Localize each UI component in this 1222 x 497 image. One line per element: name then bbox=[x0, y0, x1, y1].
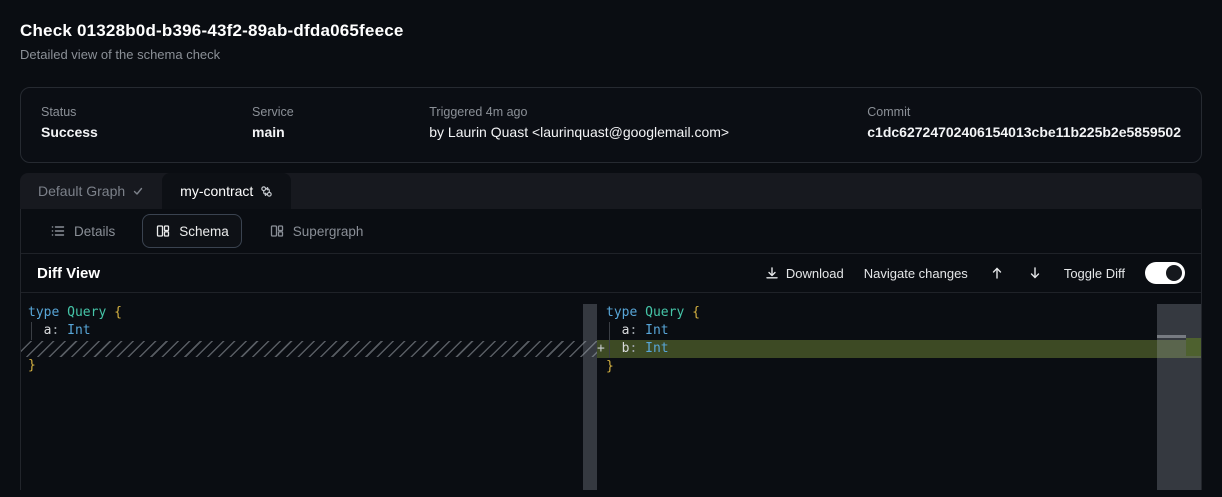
scrollbar-slider-edge bbox=[1157, 335, 1186, 338]
service-value: main bbox=[252, 124, 429, 140]
previous-change-button[interactable] bbox=[988, 266, 1006, 280]
git-compare-icon bbox=[260, 185, 273, 198]
view-tab-label: Details bbox=[74, 224, 115, 239]
view-tab-row: Details Schema bbox=[21, 209, 1201, 253]
page-subtitle: Detailed view of the schema check bbox=[20, 47, 1202, 62]
graph-tab-label: my-contract bbox=[180, 183, 253, 199]
toggle-diff-switch[interactable] bbox=[1145, 262, 1185, 284]
next-change-button[interactable] bbox=[1026, 266, 1044, 280]
left-pane-scrollbar[interactable] bbox=[583, 304, 597, 490]
navigate-changes-label: Navigate changes bbox=[864, 266, 968, 281]
service-label: Service bbox=[252, 105, 429, 119]
right-pane-scrollbar[interactable] bbox=[1157, 304, 1201, 490]
download-button[interactable]: Download bbox=[765, 266, 844, 281]
toggle-diff-label: Toggle Diff bbox=[1064, 266, 1125, 281]
commit-column: Commit c1dc62724702406154013cbe11b225b2e… bbox=[867, 105, 1181, 140]
graph-tab-bar: Default Graph my-contract bbox=[20, 173, 1202, 209]
tab-default-graph[interactable]: Default Graph bbox=[20, 173, 162, 209]
code-line: } bbox=[21, 357, 597, 375]
code-line: a: Int bbox=[21, 322, 597, 340]
graph-tab-label: Default Graph bbox=[38, 183, 125, 199]
code-lines-before: type Query { a: Int} bbox=[21, 304, 597, 375]
schema-check-page: Check 01328b0d-b396-43f2-89ab-dfda065fee… bbox=[0, 0, 1222, 497]
triggered-label: Triggered 4m ago bbox=[429, 105, 867, 119]
columns-layout-icon bbox=[269, 223, 285, 239]
arrow-up-icon bbox=[990, 266, 1004, 280]
added-line-plus-marker: + bbox=[597, 340, 605, 358]
status-value: Success bbox=[41, 124, 252, 140]
tab-schema[interactable]: Schema bbox=[142, 214, 242, 248]
columns-layout-icon bbox=[155, 223, 171, 239]
download-label: Download bbox=[786, 266, 844, 281]
view-tab-label: Supergraph bbox=[293, 224, 364, 239]
diff-view-title: Diff View bbox=[37, 265, 100, 282]
diff-view-header: Diff View Download Navigate changes bbox=[21, 253, 1201, 293]
tab-supergraph[interactable]: Supergraph bbox=[256, 214, 377, 248]
arrow-down-icon bbox=[1028, 266, 1042, 280]
page-title: Check 01328b0d-b396-43f2-89ab-dfda065fee… bbox=[20, 21, 1202, 41]
diff-pane-after[interactable]: type Query { a: Int b: Int+} bbox=[597, 294, 1201, 490]
diff-pane-before[interactable]: type Query { a: Int} bbox=[21, 294, 597, 490]
added-line-overview-marker bbox=[1186, 338, 1201, 356]
status-label: Status bbox=[41, 105, 252, 119]
check-icon bbox=[132, 185, 144, 197]
code-line: } bbox=[597, 358, 1201, 376]
view-tab-label: Schema bbox=[179, 224, 229, 239]
schema-diff-editor: type Query { a: Int} type Query { a: Int… bbox=[21, 294, 1201, 490]
triggered-value: by Laurin Quast <laurinquast@googlemail.… bbox=[429, 124, 867, 140]
page-header: Check 01328b0d-b396-43f2-89ab-dfda065fee… bbox=[0, 0, 1222, 62]
service-column: Service main bbox=[252, 105, 429, 140]
download-icon bbox=[765, 266, 779, 280]
code-line: type Query { bbox=[597, 304, 1201, 322]
switch-knob bbox=[1166, 265, 1182, 281]
code-lines-after: type Query { a: Int b: Int+} bbox=[597, 304, 1201, 376]
check-detail-panel: Details Schema bbox=[20, 209, 1202, 490]
status-column: Status Success bbox=[41, 105, 252, 140]
list-icon bbox=[50, 223, 66, 239]
commit-value: c1dc62724702406154013cbe11b225b2e5859502 bbox=[867, 124, 1181, 140]
code-line: a: Int bbox=[597, 322, 1201, 340]
tab-details[interactable]: Details bbox=[37, 214, 128, 248]
removed-placeholder-line bbox=[21, 341, 597, 357]
tab-my-contract[interactable]: my-contract bbox=[162, 173, 291, 209]
triggered-column: Triggered 4m ago by Laurin Quast <laurin… bbox=[429, 105, 867, 140]
code-line: type Query { bbox=[21, 304, 597, 322]
commit-label: Commit bbox=[867, 105, 1181, 119]
added-code-line: b: Int+ bbox=[597, 340, 1201, 358]
check-summary-card: Status Success Service main Triggered 4m… bbox=[20, 87, 1202, 163]
diff-toolbar: Download Navigate changes bbox=[765, 262, 1185, 284]
